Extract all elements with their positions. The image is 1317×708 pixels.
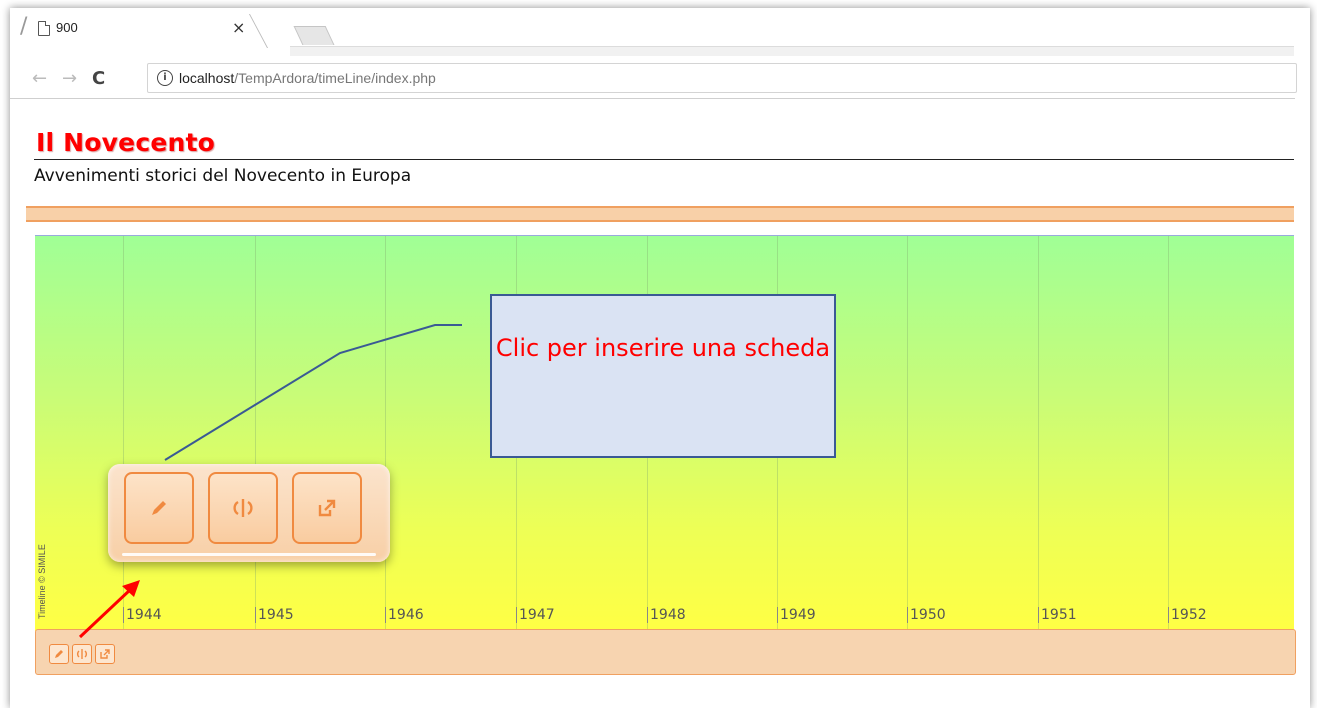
pencil-icon: [152, 501, 166, 515]
open-mini-button[interactable]: [95, 644, 115, 664]
browser-tab-title[interactable]: 900: [56, 20, 78, 35]
page-subtitle: Avvenimenti storici del Novecento in Eur…: [34, 166, 412, 186]
year-label: 1945: [255, 607, 294, 623]
back-arrow-icon[interactable]: ←: [32, 68, 47, 89]
grid-line: [255, 236, 256, 631]
refresh-icon: [77, 649, 87, 659]
tab-edge-left: /: [20, 14, 28, 39]
edit-mini-button[interactable]: [49, 644, 69, 664]
year-label: 1948: [647, 607, 686, 623]
grid-line: [1038, 236, 1039, 631]
address-bar[interactable]: i localhost/TempArdora/timeLine/index.ph…: [147, 63, 1297, 93]
grid-line: [907, 236, 908, 631]
pencil-icon: [55, 650, 63, 658]
controls-zoom-popup: [108, 464, 390, 562]
url-host: localhost: [179, 70, 235, 86]
tab-close-icon[interactable]: ×: [232, 18, 245, 37]
year-label: 1944: [123, 607, 162, 623]
title-divider: [34, 159, 1294, 160]
popup-highlight: [122, 553, 376, 556]
year-label: 1947: [516, 607, 555, 623]
edit-button[interactable]: [124, 472, 194, 544]
external-link-icon: [100, 649, 110, 659]
year-label: 1950: [907, 607, 946, 623]
reload-icon[interactable]: C: [92, 68, 105, 89]
browser-tab-bar: [10, 8, 1300, 50]
url-path: /TempArdora/timeLine/index.php: [234, 70, 436, 86]
grid-line: [385, 236, 386, 631]
info-icon[interactable]: i: [157, 70, 173, 86]
year-label: 1951: [1038, 607, 1077, 623]
forward-arrow-icon[interactable]: →: [62, 68, 77, 89]
browser-toolbar: ← → C i localhost/TempArdora/timeLine/in…: [10, 56, 1297, 99]
simile-credit: Timeline © SIMILE: [37, 544, 47, 619]
page-icon: [38, 21, 50, 36]
year-label: 1952: [1168, 607, 1207, 623]
refresh-mini-button[interactable]: [72, 644, 92, 664]
refresh-icon: [233, 499, 253, 517]
callout-text: Clic per inserire una scheda: [495, 334, 831, 362]
open-button[interactable]: [292, 472, 362, 544]
instruction-callout: Clic per inserire una scheda: [490, 294, 836, 458]
page-title: Il Novecento: [36, 128, 216, 157]
timeline-controls-bar: [35, 629, 1296, 675]
year-label: 1949: [777, 607, 816, 623]
year-label: 1946: [385, 607, 424, 623]
url-text[interactable]: localhost/TempArdora/timeLine/index.php: [179, 70, 436, 86]
external-link-icon: [318, 499, 336, 517]
timeline-top-band: [26, 206, 1294, 222]
grid-line: [1168, 236, 1169, 631]
grid-line: [123, 236, 124, 631]
refresh-button[interactable]: [208, 472, 278, 544]
